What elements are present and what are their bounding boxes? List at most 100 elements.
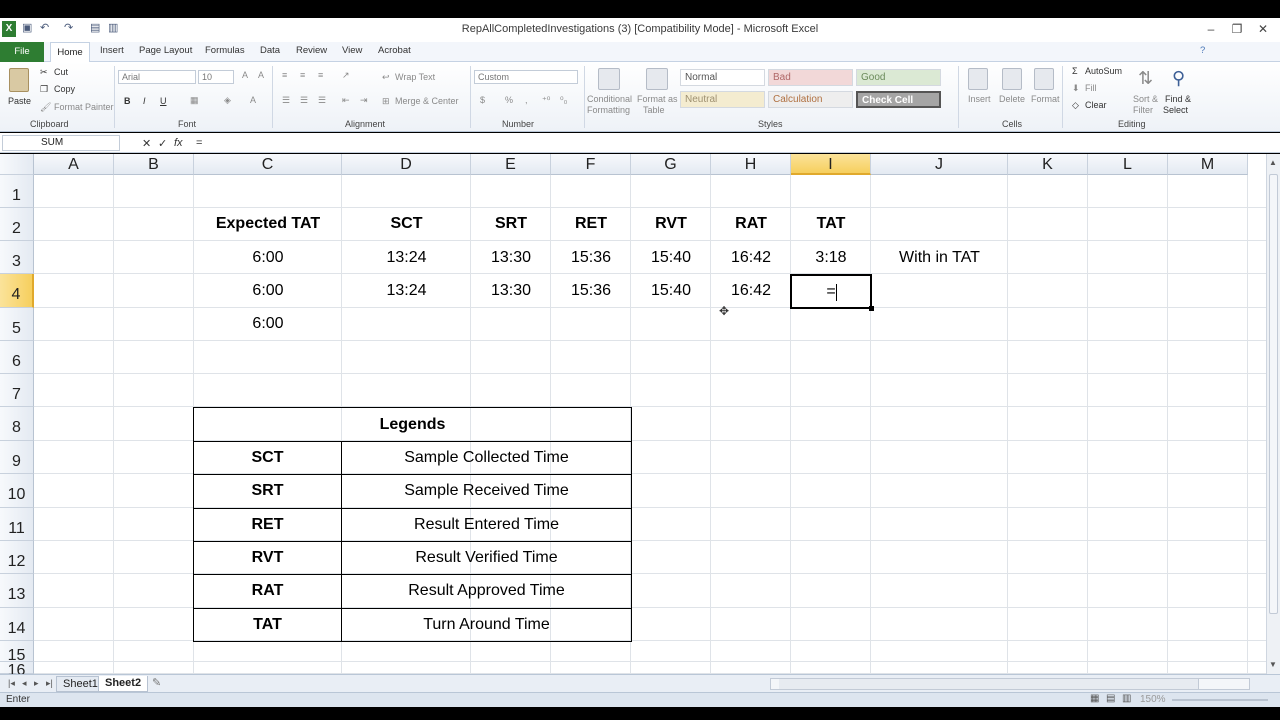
- column-header[interactable]: H: [711, 154, 791, 175]
- cell-g3[interactable]: 15:40: [631, 249, 711, 267]
- row-header[interactable]: 7: [0, 374, 34, 407]
- cell-h3[interactable]: 16:42: [711, 249, 791, 267]
- percent-button[interactable]: %: [505, 95, 513, 105]
- zoom-slider[interactable]: [1172, 699, 1268, 701]
- horizontal-scrollbar[interactable]: [770, 678, 1250, 690]
- font-size-combo[interactable]: 10: [198, 70, 234, 84]
- legend-title[interactable]: Legends: [194, 416, 631, 434]
- column-header[interactable]: C: [194, 154, 342, 175]
- help-icon[interactable]: ?: [1200, 45, 1205, 56]
- legend-description[interactable]: Sample Collected Time: [342, 449, 631, 467]
- align-bottom-icon[interactable]: ≡: [318, 70, 323, 80]
- fill-color-icon[interactable]: ◈: [224, 95, 231, 106]
- delete-cells-button[interactable]: Delete: [999, 94, 1025, 104]
- column-header[interactable]: I: [791, 154, 871, 175]
- close-icon[interactable]: ✕: [1250, 20, 1276, 38]
- underline-button[interactable]: U: [160, 96, 167, 106]
- row-header[interactable]: 6: [0, 341, 34, 374]
- cell-c5[interactable]: 6:00: [194, 315, 342, 333]
- row-header[interactable]: 14: [0, 608, 34, 641]
- fill-button[interactable]: Fill: [1085, 83, 1097, 93]
- row-header[interactable]: 15: [0, 641, 34, 664]
- legend-abbr[interactable]: RVT: [194, 549, 341, 567]
- format-cells-button[interactable]: Format: [1031, 94, 1060, 104]
- restore-icon[interactable]: ❐: [1224, 20, 1250, 38]
- cell-h4[interactable]: 16:42: [711, 282, 791, 300]
- row-header[interactable]: 1: [0, 175, 34, 208]
- cell-c3[interactable]: 6:00: [194, 249, 342, 267]
- legend-description[interactable]: Turn Around Time: [342, 616, 631, 634]
- borders-icon[interactable]: ▦: [190, 95, 199, 106]
- insert-sheet-icon[interactable]: ✎: [146, 676, 167, 692]
- worksheet-grid[interactable]: ABCDEFGHIJKLM 1 2 3 4 5 6 7 8 9 10 11 12 13 14 15 16 Ex…: [0, 154, 1266, 674]
- style-good[interactable]: Good: [856, 69, 941, 86]
- cell-i4[interactable]: =: [792, 283, 870, 301]
- row-header[interactable]: 8: [0, 407, 34, 441]
- increase-indent-icon[interactable]: ⇥: [360, 95, 368, 106]
- insert-cells-icon[interactable]: [968, 68, 988, 90]
- column-header[interactable]: G: [631, 154, 711, 175]
- tab-review[interactable]: Review: [296, 45, 327, 56]
- cell-c4[interactable]: 6:00: [194, 282, 342, 300]
- header-tat[interactable]: TAT: [791, 215, 871, 233]
- scroll-thumb[interactable]: [1269, 174, 1278, 614]
- style-check-cell[interactable]: Check Cell: [856, 91, 941, 108]
- cell-f3[interactable]: 15:36: [551, 249, 631, 267]
- row-header[interactable]: 13: [0, 574, 34, 608]
- tab-data[interactable]: Data: [260, 45, 280, 56]
- scroll-up-icon[interactable]: ▲: [1269, 158, 1277, 167]
- cell-f4[interactable]: 15:36: [551, 282, 631, 300]
- style-neutral[interactable]: Neutral: [680, 91, 765, 108]
- conditional-formatting-icon[interactable]: [598, 68, 620, 90]
- merge-center-button[interactable]: Merge & Center: [395, 96, 459, 106]
- decrease-indent-icon[interactable]: ⇤: [342, 95, 350, 106]
- insert-cells-button[interactable]: Insert: [968, 94, 991, 104]
- column-header[interactable]: E: [471, 154, 551, 175]
- zoom-level[interactable]: 150%: [1140, 694, 1166, 705]
- row-header[interactable]: 2: [0, 208, 34, 241]
- legend-abbr[interactable]: RAT: [194, 582, 341, 600]
- format-cells-icon[interactable]: [1034, 68, 1054, 90]
- header-srt[interactable]: SRT: [471, 215, 551, 233]
- column-header[interactable]: K: [1008, 154, 1088, 175]
- tab-formulas[interactable]: Formulas: [205, 45, 245, 56]
- header-expected-tat[interactable]: Expected TAT: [194, 215, 342, 233]
- cell-i3[interactable]: 3:18: [791, 249, 871, 267]
- header-rat[interactable]: RAT: [711, 215, 791, 233]
- scroll-down-icon[interactable]: ▼: [1269, 660, 1277, 669]
- tab-view[interactable]: View: [342, 45, 362, 56]
- sheet-tab-sheet2[interactable]: Sheet2: [98, 676, 149, 692]
- wrap-text-button[interactable]: Wrap Text: [395, 72, 435, 82]
- column-header[interactable]: A: [34, 154, 114, 175]
- legend-description[interactable]: Result Approved Time: [342, 582, 631, 600]
- style-calculation[interactable]: Calculation: [768, 91, 853, 108]
- sort-filter-label-1[interactable]: Sort &: [1133, 94, 1158, 104]
- column-header[interactable]: B: [114, 154, 194, 175]
- cell-d3[interactable]: 13:24: [342, 249, 471, 267]
- name-box[interactable]: SUM: [2, 135, 120, 151]
- paste-button[interactable]: Paste: [8, 96, 31, 106]
- row-header[interactable]: 3: [0, 241, 34, 274]
- legend-abbr[interactable]: SRT: [194, 482, 341, 500]
- increase-decimal-icon[interactable]: ⁺⁰: [542, 95, 550, 106]
- format-painter-button[interactable]: Format Painter: [54, 102, 114, 112]
- number-format-combo[interactable]: Custom: [474, 70, 578, 84]
- align-middle-icon[interactable]: ≡: [300, 70, 305, 80]
- autosum-button[interactable]: AutoSum: [1085, 66, 1122, 76]
- delete-cells-icon[interactable]: [1002, 68, 1022, 90]
- row-header[interactable]: 11: [0, 508, 34, 541]
- align-center-icon[interactable]: ☰: [300, 95, 308, 106]
- copy-button[interactable]: Copy: [54, 84, 75, 94]
- cell-d4[interactable]: 13:24: [342, 282, 471, 300]
- header-sct[interactable]: SCT: [342, 215, 471, 233]
- tab-home[interactable]: Home: [50, 42, 90, 63]
- row-header[interactable]: 4: [0, 274, 34, 308]
- sort-filter-label-2[interactable]: Filter: [1133, 105, 1153, 115]
- paste-icon[interactable]: [9, 68, 29, 92]
- font-name-combo[interactable]: Arial: [118, 70, 196, 84]
- legend-description[interactable]: Result Verified Time: [342, 549, 631, 567]
- format-as-table-icon[interactable]: [646, 68, 668, 90]
- cell-j3[interactable]: With in TAT: [871, 249, 1008, 267]
- grow-font-icon[interactable]: A: [242, 70, 248, 80]
- format-as-table-label-2[interactable]: Table: [643, 105, 665, 115]
